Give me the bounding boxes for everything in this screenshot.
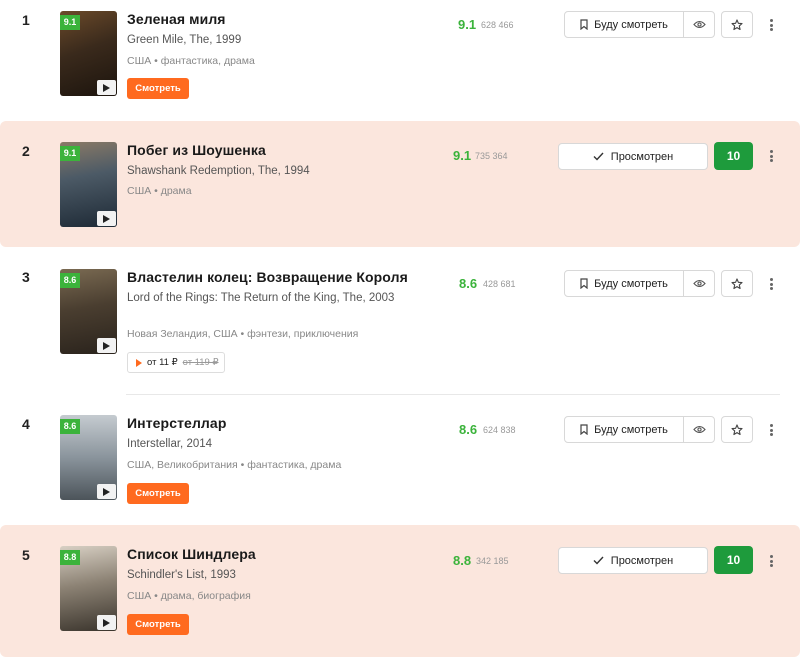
film-row-4: 4 8.6 Интерстеллар Interstellar, 2014 СШ… <box>0 400 800 518</box>
film-votes: 735 364 <box>475 151 508 161</box>
film-original-title: Interstellar, 2014 <box>127 438 213 450</box>
watch-button[interactable]: Смотреть <box>127 483 189 504</box>
price-old: от 119 ₽ <box>182 357 219 368</box>
film-poster[interactable]: 8.6 <box>60 269 117 354</box>
eye-icon <box>692 279 706 288</box>
film-poster[interactable]: 9.1 <box>60 11 117 96</box>
star-button[interactable] <box>721 11 753 38</box>
film-original-title: Schindler's List, 1993 <box>127 569 236 581</box>
watch-button[interactable]: Смотреть <box>127 614 189 635</box>
film-meta: Новая Зеландия, США • фэнтези, приключен… <box>127 328 359 340</box>
will-watch-button[interactable]: Буду смотреть <box>564 270 684 297</box>
film-title[interactable]: Зеленая миля <box>127 11 226 27</box>
film-poster[interactable]: 9.1 <box>60 142 117 227</box>
film-row-2: 2 9.1 Побег из Шоушенка Shawshank Redemp… <box>0 121 800 247</box>
play-icon[interactable] <box>97 211 116 226</box>
more-vertical-icon[interactable] <box>765 17 777 33</box>
play-icon[interactable] <box>97 615 116 630</box>
user-score-button[interactable]: 10 <box>714 546 753 574</box>
poster-rating-badge: 8.6 <box>60 273 80 288</box>
eye-icon <box>692 425 706 434</box>
film-rating: 8.8 <box>453 553 472 568</box>
watched-button[interactable]: Просмотрен <box>558 143 708 170</box>
more-vertical-icon[interactable] <box>765 422 777 438</box>
film-original-title: Shawshank Redemption, The, 1994 <box>127 165 310 177</box>
poster-rating-badge: 9.1 <box>60 146 80 161</box>
film-rank: 4 <box>22 416 30 432</box>
film-rank: 1 <box>22 12 30 28</box>
eye-icon <box>692 20 706 29</box>
film-title[interactable]: Интерстеллар <box>127 415 226 431</box>
poster-rating-badge: 8.8 <box>60 550 80 565</box>
film-poster[interactable]: 8.6 <box>60 415 117 500</box>
bookmark-icon <box>580 424 588 435</box>
film-title[interactable]: Побег из Шоушенка <box>127 142 266 158</box>
film-rating: 9.1 <box>458 17 477 32</box>
bookmark-icon <box>580 19 588 30</box>
film-rank: 3 <box>22 269 30 285</box>
row-divider <box>126 394 780 395</box>
film-votes: 428 681 <box>483 279 516 289</box>
watched-label: Просмотрен <box>610 554 674 567</box>
will-watch-button[interactable]: Буду смотреть <box>564 416 684 443</box>
film-row-3: 3 8.6 Властелин колец: Возвращение Корол… <box>0 255 800 395</box>
film-row-1: 1 9.1 Зеленая миля Green Mile, The, 1999… <box>0 0 800 114</box>
buy-price-button[interactable]: от 11 ₽ от 119 ₽ <box>127 352 225 373</box>
film-rank: 2 <box>22 143 30 159</box>
bookmark-icon <box>580 278 588 289</box>
check-icon <box>593 152 604 161</box>
film-rating: 8.6 <box>459 276 478 291</box>
film-meta: США • фантастика, драма <box>127 55 255 67</box>
star-button[interactable] <box>721 270 753 297</box>
film-votes: 628 466 <box>481 20 514 30</box>
more-vertical-icon[interactable] <box>765 553 777 569</box>
eye-button[interactable] <box>683 270 715 297</box>
watch-button[interactable]: Смотреть <box>127 78 189 99</box>
film-poster[interactable]: 8.8 <box>60 546 117 631</box>
film-meta: США, Великобритания • фантастика, драма <box>127 459 342 471</box>
film-rank: 5 <box>22 547 30 563</box>
will-watch-label: Буду смотреть <box>594 423 668 436</box>
will-watch-label: Буду смотреть <box>594 277 668 290</box>
film-rating: 9.1 <box>453 148 472 163</box>
price-current: от 11 ₽ <box>147 357 178 368</box>
film-votes: 624 838 <box>483 425 516 435</box>
film-title[interactable]: Властелин колец: Возвращение Короля <box>127 269 408 285</box>
check-icon <box>593 556 604 565</box>
film-meta: США • драма <box>127 185 192 197</box>
poster-rating-badge: 9.1 <box>60 15 80 30</box>
more-vertical-icon[interactable] <box>765 276 777 292</box>
star-icon <box>731 277 743 289</box>
film-votes: 342 185 <box>476 556 509 566</box>
film-meta: США • драма, биография <box>127 590 251 602</box>
play-icon[interactable] <box>97 80 116 95</box>
watched-button[interactable]: Просмотрен <box>558 547 708 574</box>
user-score-button[interactable]: 10 <box>714 142 753 170</box>
eye-button[interactable] <box>683 11 715 38</box>
star-button[interactable] <box>721 416 753 443</box>
star-icon <box>731 423 743 435</box>
watched-label: Просмотрен <box>610 150 674 163</box>
will-watch-label: Буду смотреть <box>594 18 668 31</box>
play-icon[interactable] <box>97 338 116 353</box>
film-original-title: Green Mile, The, 1999 <box>127 34 242 46</box>
film-rating: 8.6 <box>459 422 478 437</box>
poster-rating-badge: 8.6 <box>60 419 80 434</box>
film-title[interactable]: Список Шиндлера <box>127 546 256 562</box>
more-vertical-icon[interactable] <box>765 148 777 164</box>
will-watch-button[interactable]: Буду смотреть <box>564 11 684 38</box>
play-icon[interactable] <box>97 484 116 499</box>
eye-button[interactable] <box>683 416 715 443</box>
film-original-title: Lord of the Rings: The Return of the Kin… <box>127 292 395 304</box>
play-icon <box>136 358 142 367</box>
film-row-5: 5 8.8 Список Шиндлера Schindler's List, … <box>0 525 800 657</box>
star-icon <box>731 18 743 30</box>
